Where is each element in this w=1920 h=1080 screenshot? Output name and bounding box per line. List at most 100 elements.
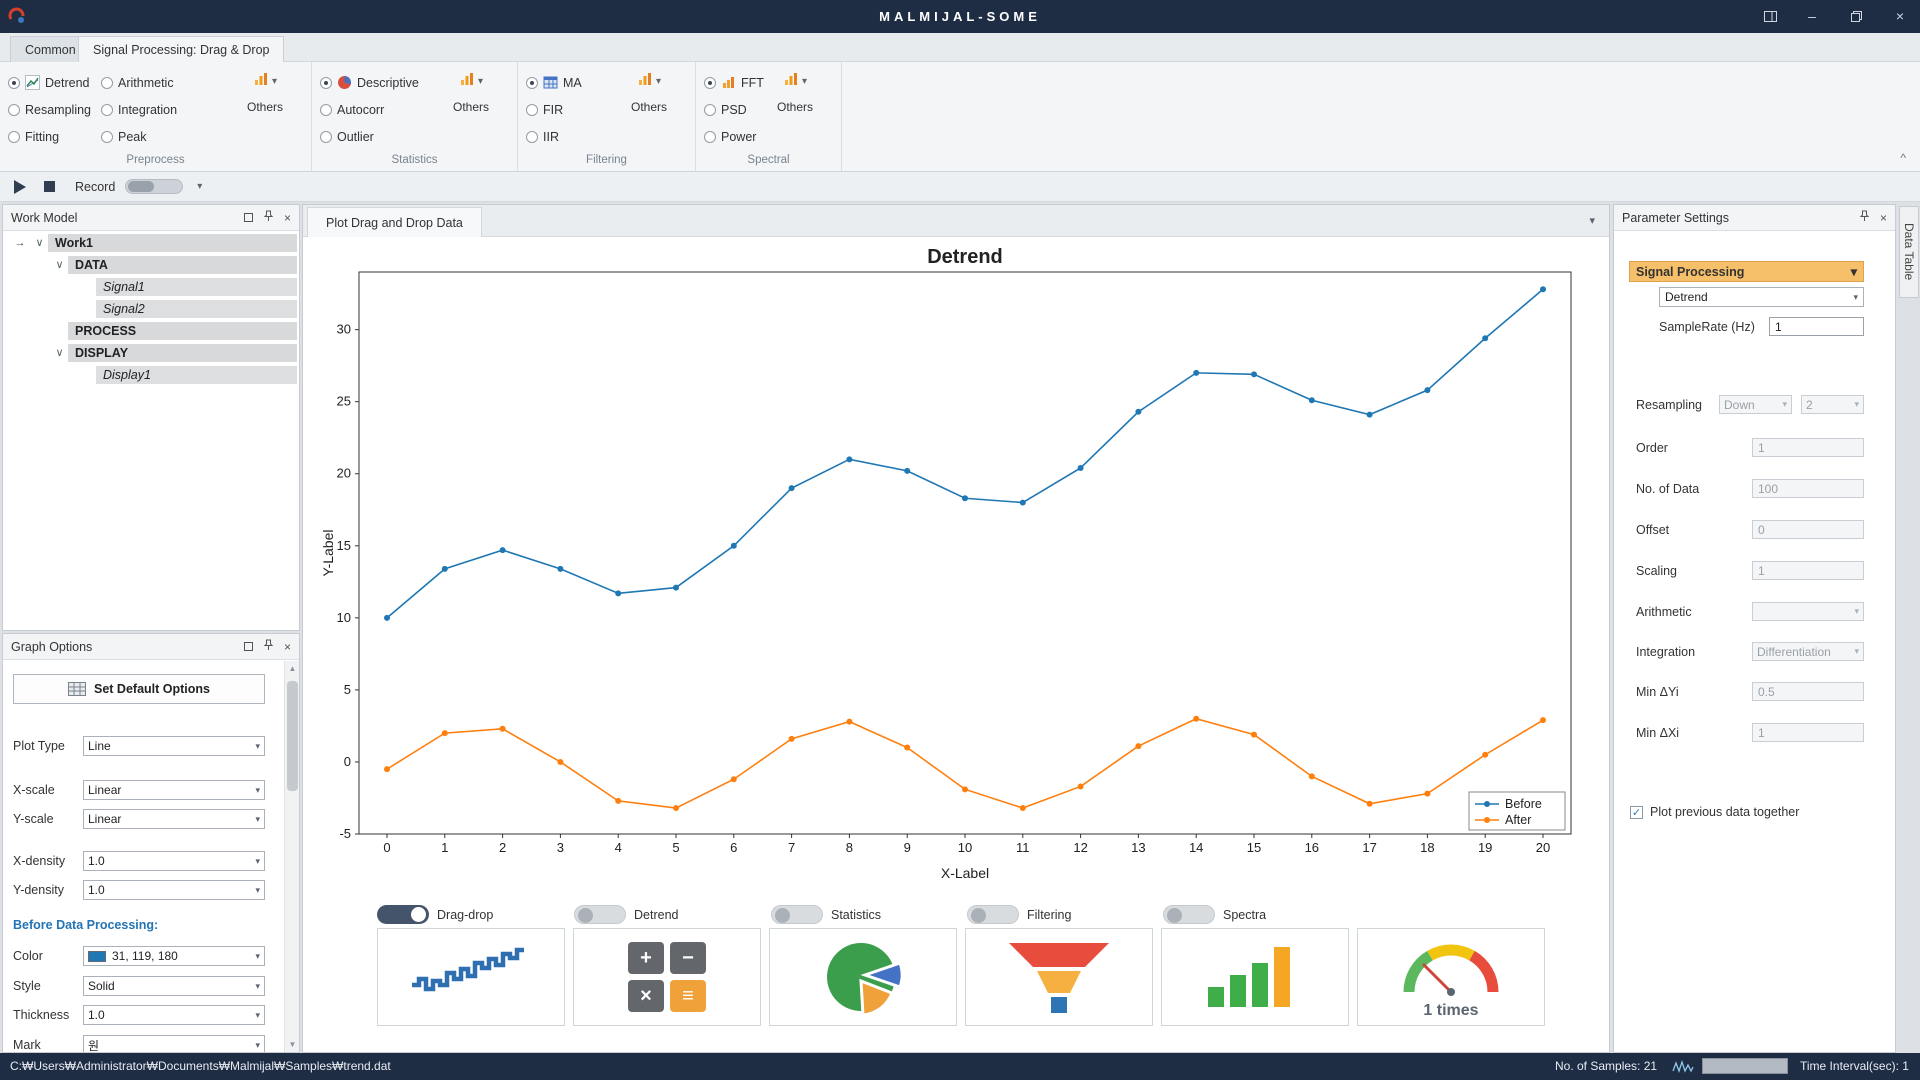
pin-icon[interactable]	[1859, 210, 1870, 225]
radio-fitting[interactable]	[8, 131, 20, 143]
tree-item-process[interactable]: PROCESS	[3, 320, 299, 341]
others-button-spectral[interactable]: ▾Others	[763, 71, 827, 114]
others-button-filtering[interactable]: ▾Others	[617, 71, 681, 114]
arithmetic-dropdown[interactable]: ▾	[1752, 602, 1864, 621]
ribbon-item-iir[interactable]: IIR	[526, 123, 582, 150]
x-density-dropdown[interactable]: 1.0▾	[83, 851, 265, 871]
x-scale-dropdown[interactable]: Linear▾	[83, 780, 265, 800]
radio-ma[interactable]	[526, 77, 538, 89]
toggle-spectra[interactable]	[1163, 905, 1215, 924]
ribbon-item-peak[interactable]: Peak	[101, 123, 177, 150]
ribbon-item-autocorr[interactable]: Autocorr	[320, 96, 419, 123]
tab-bar-dropdown-icon[interactable]: ▾	[1589, 214, 1595, 227]
samplerate-input[interactable]: 1	[1769, 317, 1864, 336]
play-button[interactable]	[14, 180, 26, 194]
ribbon-item-arithmetic[interactable]: Arithmetic	[101, 69, 177, 96]
tab-plot-drag-drop[interactable]: Plot Drag and Drop Data	[307, 207, 482, 237]
statistics-card[interactable]	[769, 928, 957, 1026]
others-button-statistics[interactable]: ▾Others	[439, 71, 503, 114]
ribbon-item-detrend[interactable]: Detrend	[8, 69, 91, 96]
mark-dropdown[interactable]: 원▾	[83, 1035, 265, 1053]
ribbon-item-psd[interactable]: PSD	[704, 96, 764, 123]
ribbon-item-outlier[interactable]: Outlier	[320, 123, 419, 150]
plot-previous-checkbox[interactable]: ✓ Plot previous data together	[1630, 805, 1799, 819]
maximize-button[interactable]	[1836, 0, 1876, 33]
float-icon[interactable]	[244, 213, 253, 222]
y-density-dropdown[interactable]: 1.0▾	[83, 880, 265, 900]
radio-resampling[interactable]	[8, 104, 20, 116]
status-dropdown[interactable]	[1702, 1058, 1788, 1074]
radio-peak[interactable]	[101, 131, 113, 143]
ribbon-item-power[interactable]: Power	[704, 123, 764, 150]
expand-arrow[interactable]: ∨	[51, 346, 68, 359]
radio-descriptive[interactable]	[320, 77, 332, 89]
radio-outlier[interactable]	[320, 131, 332, 143]
radio-integration[interactable]	[101, 104, 113, 116]
close-icon[interactable]: ×	[1880, 211, 1887, 225]
tree-item-signal1[interactable]: Signal1	[3, 276, 299, 297]
radio-detrend[interactable]	[8, 77, 20, 89]
tree-item-data[interactable]: ∨DATA	[3, 254, 299, 275]
scaling-input[interactable]: 1	[1752, 561, 1864, 580]
detrend-card[interactable]: +−×≡	[573, 928, 761, 1026]
tree-root-arrow[interactable]: →	[9, 237, 31, 249]
record-dropdown-icon[interactable]: ▾	[197, 181, 202, 192]
thickness-dropdown[interactable]: 1.0▾	[83, 1005, 265, 1025]
method-dropdown[interactable]: Detrend ▾	[1659, 287, 1864, 307]
toggle-statistics[interactable]	[771, 905, 823, 924]
close-icon[interactable]: ×	[284, 211, 291, 225]
ribbon-collapse-icon[interactable]: ^	[1900, 151, 1906, 165]
min-yi-input[interactable]: 0.5	[1752, 682, 1864, 701]
pin-icon[interactable]	[263, 639, 274, 654]
y-scale-dropdown[interactable]: Linear▾	[83, 809, 265, 829]
ribbon-item-ma[interactable]: MA	[526, 69, 582, 96]
expand-arrow[interactable]: ∨	[31, 236, 48, 249]
min-xi-input[interactable]: 1	[1752, 723, 1864, 742]
scroll-down-icon[interactable]: ▼	[285, 1037, 300, 1052]
minimize-button[interactable]: –	[1792, 0, 1832, 33]
radio-fir[interactable]	[526, 104, 538, 116]
tab-signal-processing[interactable]: Signal Processing: Drag & Drop	[78, 36, 284, 62]
ribbon-item-integration[interactable]: Integration	[101, 96, 177, 123]
style-dropdown[interactable]: Solid▾	[83, 976, 265, 996]
set-default-options-button[interactable]: Set Default Options	[13, 674, 265, 704]
tab-data-table[interactable]: Data Table	[1899, 206, 1919, 298]
close-icon[interactable]: ×	[284, 640, 291, 654]
offset-input[interactable]: 0	[1752, 520, 1864, 539]
ribbon-item-fir[interactable]: FIR	[526, 96, 582, 123]
expand-arrow[interactable]: ∨	[51, 258, 68, 271]
scrollbar[interactable]: ▲ ▼	[284, 661, 299, 1052]
tree-item-signal2[interactable]: Signal2	[3, 298, 299, 319]
tree-item-display1[interactable]: Display1	[3, 364, 299, 385]
record-toggle[interactable]	[125, 179, 183, 194]
layout-icon[interactable]	[1750, 0, 1790, 33]
radio-power[interactable]	[704, 131, 716, 143]
radio-iir[interactable]	[526, 131, 538, 143]
radio-arithmetic[interactable]	[101, 77, 113, 89]
spectra-card[interactable]	[1161, 928, 1349, 1026]
tree-item-work1[interactable]: →∨Work1	[3, 232, 299, 253]
order-input[interactable]: 1	[1752, 438, 1864, 457]
pin-icon[interactable]	[263, 210, 274, 225]
radio-psd[interactable]	[704, 104, 716, 116]
no-of-data-input[interactable]: 100	[1752, 479, 1864, 498]
toggle-detrend[interactable]	[574, 905, 626, 924]
radio-autocorr[interactable]	[320, 104, 332, 116]
scroll-up-icon[interactable]: ▲	[285, 661, 300, 676]
others-button-preprocess[interactable]: ▾Others	[233, 71, 297, 114]
filtering-card[interactable]	[965, 928, 1153, 1026]
float-icon[interactable]	[244, 642, 253, 651]
resampling-dropdown[interactable]: Down▾	[1719, 395, 1792, 414]
radio-fft[interactable]	[704, 77, 716, 89]
category-dropdown[interactable]: Signal Processing ▾	[1629, 261, 1864, 282]
resampling-value-dropdown[interactable]: 2▾	[1801, 395, 1864, 414]
integration-dropdown[interactable]: Differentiation▾	[1752, 642, 1864, 661]
ribbon-item-fft[interactable]: FFT	[704, 69, 764, 96]
tree-item-display[interactable]: ∨DISPLAY	[3, 342, 299, 363]
toggle-filtering[interactable]	[967, 905, 1019, 924]
plot-type-dropdown[interactable]: Line▾	[83, 736, 265, 756]
ribbon-item-resampling[interactable]: Resampling	[8, 96, 91, 123]
stop-button[interactable]	[44, 181, 55, 192]
ribbon-item-descriptive[interactable]: Descriptive	[320, 69, 419, 96]
ribbon-item-fitting[interactable]: Fitting	[8, 123, 91, 150]
